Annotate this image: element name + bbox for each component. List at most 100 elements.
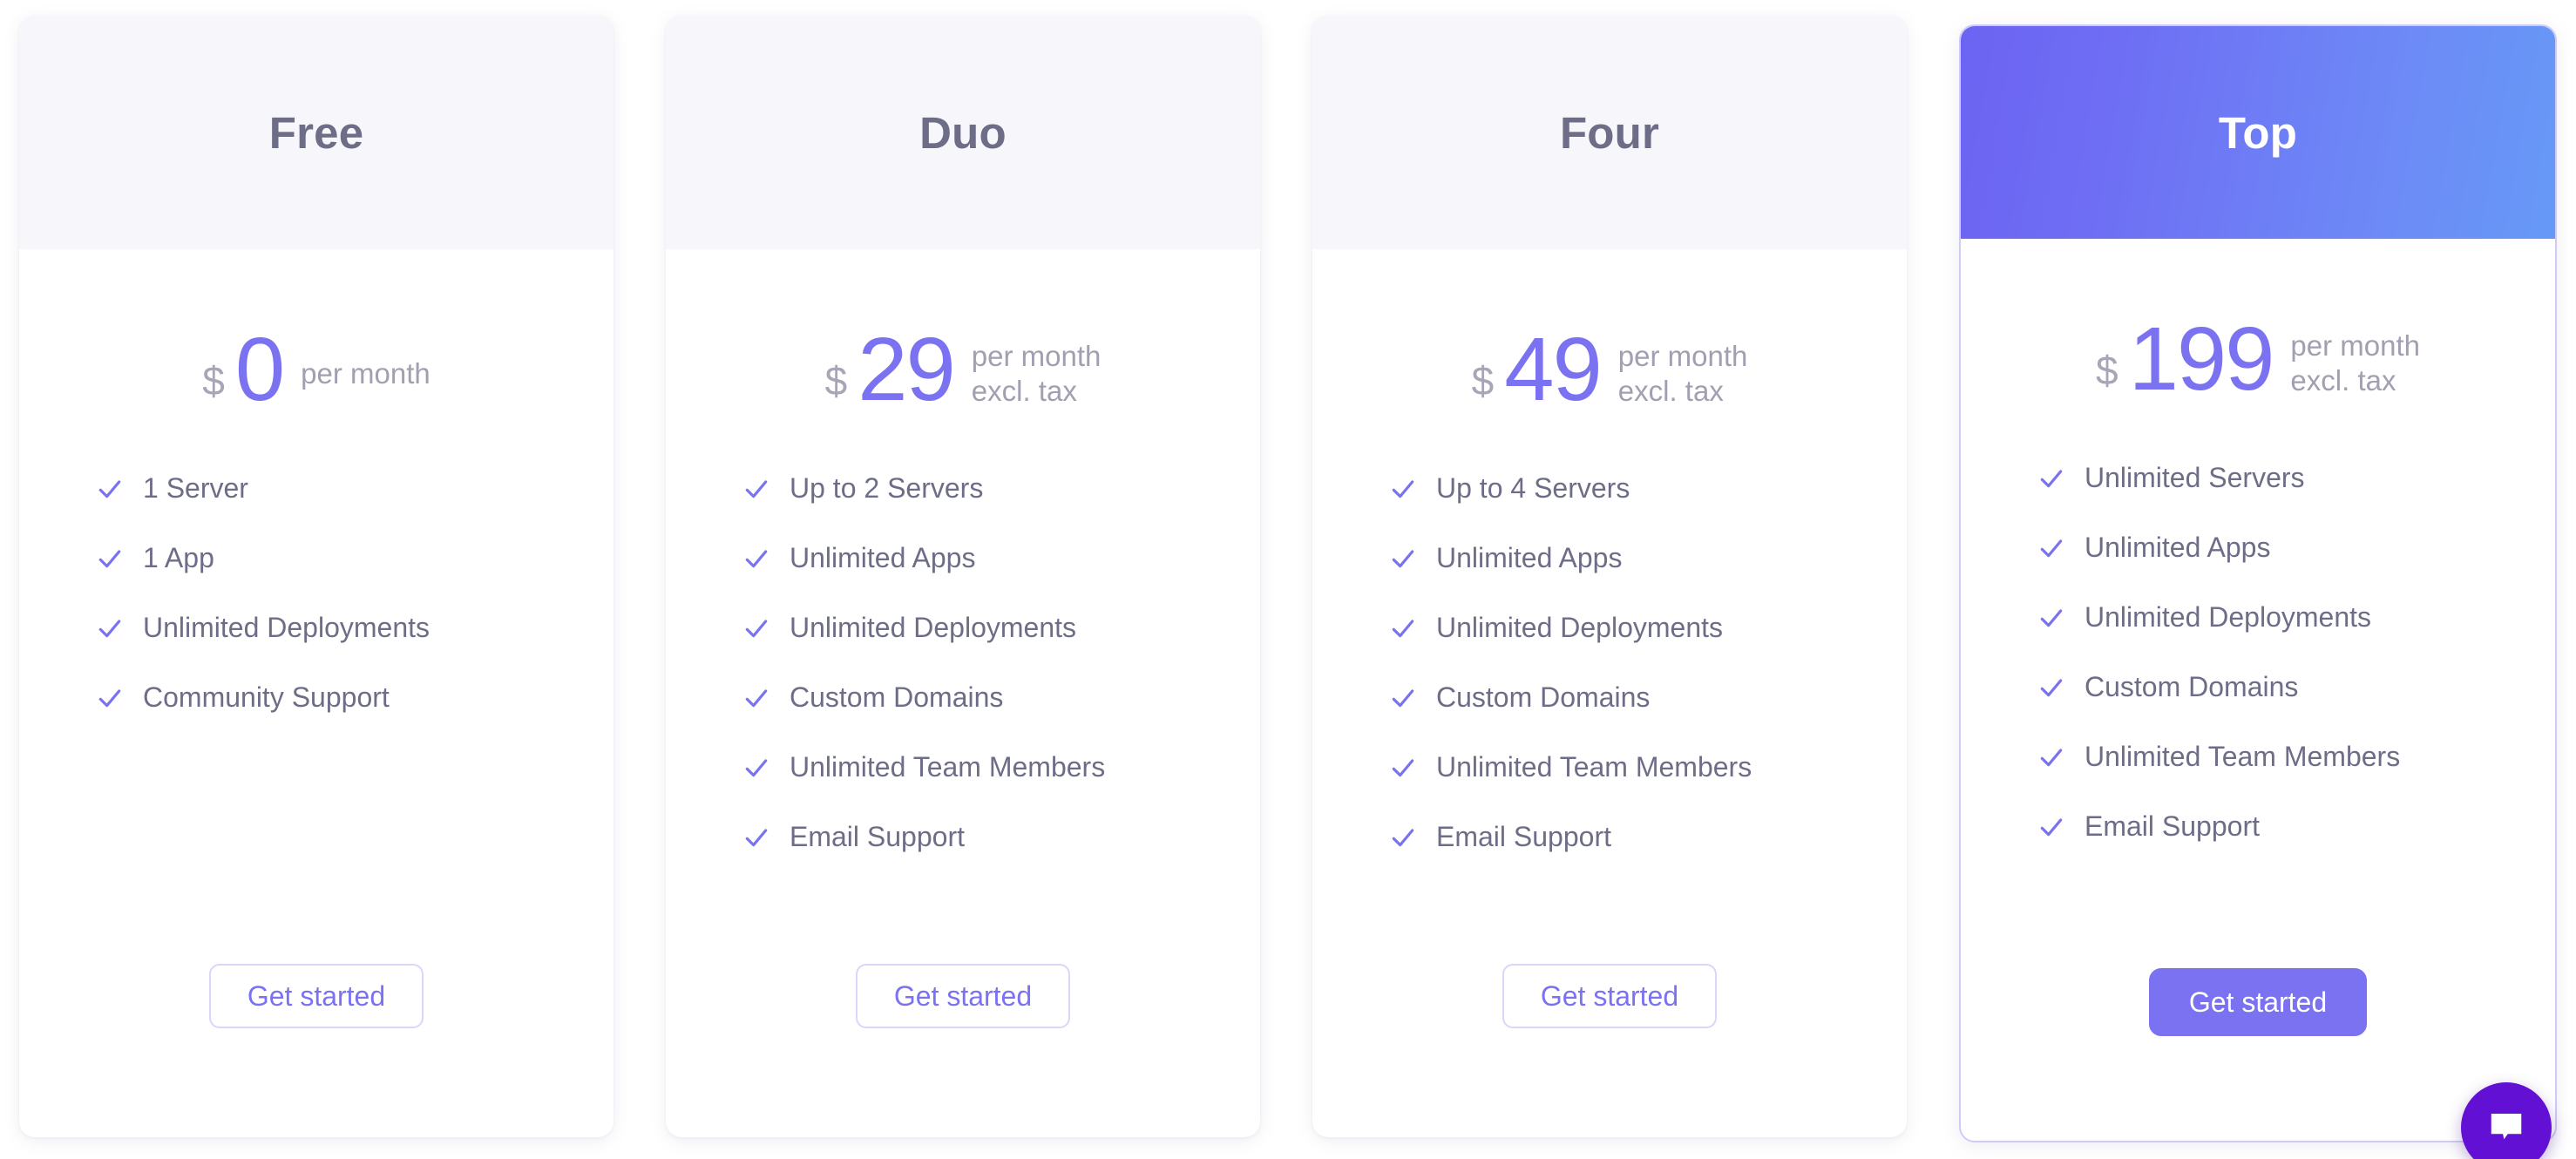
price-row: $199 per month excl. tax (1961, 307, 2555, 410)
price-period-line-2: excl. tax (1617, 375, 1724, 407)
feature-label: Up to 4 Servers (1436, 472, 1630, 504)
cta-container: Get started (19, 964, 613, 1137)
feature-label: Unlimited Team Members (1436, 751, 1752, 783)
price-period-line-2: excl. tax (2290, 364, 2396, 396)
feature-item: Unlimited Deployments (96, 612, 613, 644)
cta-container: Get started (1312, 964, 1907, 1137)
price-row: $29 per month excl. tax (666, 317, 1260, 420)
check-icon (2037, 464, 2065, 492)
check-icon (1389, 754, 1417, 782)
card-header: Four (1312, 16, 1907, 249)
feature-list: 1 Server 1 App Unlimited Deployments Commun… (19, 472, 613, 751)
feature-label: Unlimited Apps (1436, 542, 1623, 573)
plan-name: Duo (919, 107, 1007, 158)
get-started-button[interactable]: Get started (855, 964, 1071, 1028)
feature-label: Unlimited Deployments (2085, 601, 2372, 633)
feature-item: Unlimited Apps (2037, 532, 2555, 564)
feature-item: Unlimited Team Members (2037, 741, 2555, 773)
price-period-line-2: excl. tax (971, 375, 1077, 407)
price-row: $49 per month excl. tax (1312, 317, 1907, 420)
cta-container: Get started (666, 964, 1260, 1137)
feature-label: Unlimited Deployments (1436, 612, 1724, 643)
price-period: per month (301, 356, 430, 391)
check-icon (742, 824, 770, 851)
pricing-card-top: Top $199 per month excl. tax Unlimited Serve… (1959, 24, 2557, 1142)
card-body: $199 per month excl. tax Unlimited Servers U… (1961, 239, 2555, 1141)
feature-item: 1 Server (96, 472, 613, 505)
feature-list: Unlimited Servers Unlimited Apps Unlimited… (1961, 462, 2555, 880)
check-icon (96, 614, 124, 642)
plan-name: Four (1559, 107, 1660, 158)
feature-label: Unlimited Team Members (790, 751, 1106, 783)
check-icon (1389, 545, 1417, 573)
price-currency: $ (2095, 348, 2118, 393)
check-icon (2037, 743, 2065, 771)
pricing-card-four: Four $49 per month excl. tax Up to 4 Servers… (1312, 16, 1907, 1137)
feature-item: Community Support (96, 681, 613, 714)
feature-item: Custom Domains (2037, 671, 2555, 703)
feature-label: 1 App (143, 542, 214, 573)
feature-item: Up to 2 Servers (742, 472, 1260, 505)
feature-label: Custom Domains (1436, 681, 1651, 713)
price-period-line-1: per month (971, 339, 1102, 372)
check-icon (742, 614, 770, 642)
feature-label: Unlimited Apps (790, 542, 976, 573)
feature-label: Unlimited Deployments (143, 612, 430, 643)
check-icon (96, 475, 124, 503)
feature-label: Email Support (790, 821, 965, 852)
feature-item: Unlimited Team Members (1389, 751, 1907, 783)
check-icon (742, 475, 770, 503)
check-icon (2037, 604, 2065, 632)
card-body: $0 per month 1 Server 1 App Unlimited Deploy… (19, 249, 613, 1137)
feature-item: Up to 4 Servers (1389, 472, 1907, 505)
card-header: Free (19, 16, 613, 249)
feature-item: Unlimited Deployments (1389, 612, 1907, 644)
get-started-button[interactable]: Get started (1502, 964, 1718, 1028)
feature-label: Up to 2 Servers (790, 472, 984, 504)
price-row: $0 per month (19, 317, 613, 420)
check-icon (1389, 475, 1417, 503)
pricing-card-duo: Duo $29 per month excl. tax Up to 2 Servers U… (666, 16, 1260, 1137)
feature-list: Up to 4 Servers Unlimited Apps Unlimited D… (1312, 472, 1907, 891)
check-icon (2037, 813, 2065, 841)
feature-item: Unlimited Apps (742, 542, 1260, 574)
feature-item: Custom Domains (1389, 681, 1907, 714)
feature-label: Custom Domains (790, 681, 1004, 713)
card-body: $49 per month excl. tax Up to 4 Servers Unli… (1312, 249, 1907, 1137)
card-header: Duo (666, 16, 1260, 249)
check-icon (742, 754, 770, 782)
pricing-plans-grid: Free $0 per month 1 Server 1 App Unlimited De… (0, 0, 2576, 1159)
feature-label: Unlimited Servers (2085, 462, 2305, 493)
check-icon (1389, 614, 1417, 642)
feature-item: Unlimited Apps (1389, 542, 1907, 574)
feature-label: Email Support (1436, 821, 1611, 852)
feature-item: Custom Domains (742, 681, 1260, 714)
get-started-button[interactable]: Get started (2148, 968, 2368, 1036)
feature-list: Up to 2 Servers Unlimited Apps Unlimited D… (666, 472, 1260, 891)
chat-bubble-icon (2486, 1107, 2526, 1149)
price-period-line-1: per month (301, 356, 430, 390)
price-amount: 199 (2128, 308, 2275, 409)
feature-label: Unlimited Team Members (2085, 741, 2401, 772)
feature-item: 1 App (96, 542, 613, 574)
price-period: per month excl. tax (1618, 339, 1748, 410)
feature-label: Custom Domains (2085, 671, 2299, 702)
feature-label: Email Support (2085, 810, 2260, 842)
price-period-line-1: per month (2290, 329, 2421, 362)
feature-label: Unlimited Apps (2085, 532, 2271, 563)
price-period-line-1: per month (1617, 339, 1748, 372)
plan-name: Free (268, 107, 364, 158)
feature-item: Email Support (1389, 821, 1907, 853)
check-icon (742, 684, 770, 712)
price-period: per month excl. tax (2290, 329, 2420, 399)
feature-label: 1 Server (143, 472, 248, 504)
check-icon (1389, 684, 1417, 712)
feature-item: Email Support (2037, 810, 2555, 843)
feature-label: Community Support (143, 681, 390, 713)
get-started-button[interactable]: Get started (208, 964, 424, 1028)
price-period: per month excl. tax (972, 339, 1102, 410)
card-body: $29 per month excl. tax Up to 2 Servers Unli… (666, 249, 1260, 1137)
price-currency: $ (202, 358, 225, 403)
feature-item: Unlimited Team Members (742, 751, 1260, 783)
check-icon (1389, 824, 1417, 851)
